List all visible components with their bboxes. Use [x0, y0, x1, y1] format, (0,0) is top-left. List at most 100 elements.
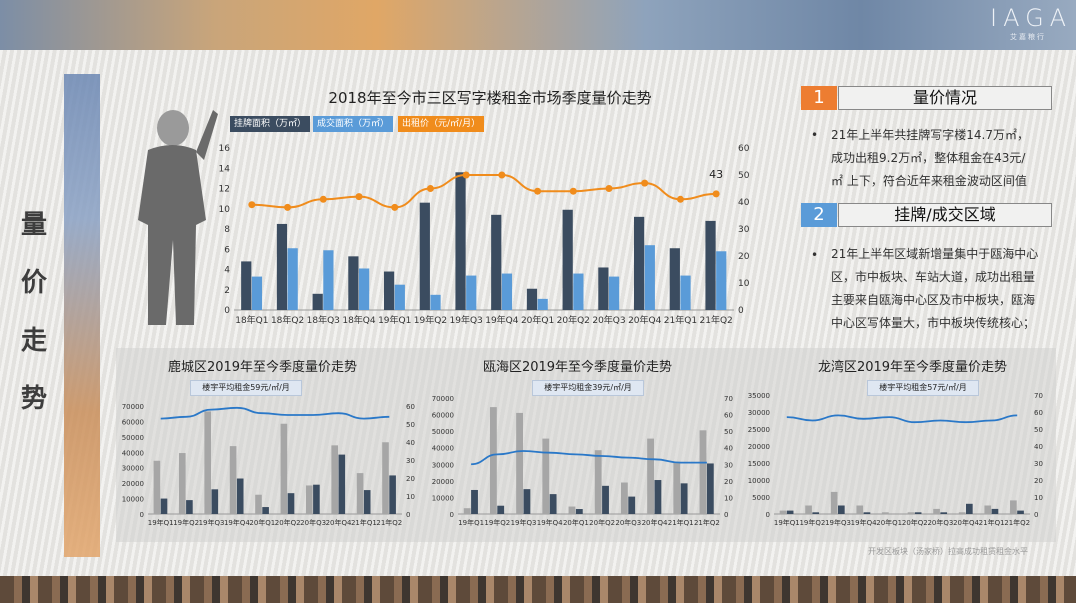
rent-point [605, 185, 613, 192]
bar [276, 223, 288, 310]
x-tick-label: 20年Q2 [275, 518, 301, 527]
bar [537, 298, 548, 310]
y-left-tick-label: 6 [224, 245, 230, 255]
x-tick-label: 21年Q2 [1004, 518, 1030, 527]
bar [620, 482, 628, 514]
section-text-line: 区，市中板块、车站大道，成功出租量 [831, 270, 1036, 284]
x-tick-label: 20年Q3 [592, 314, 625, 326]
y-left-tick-label: 60000 [122, 418, 144, 426]
x-tick-label: 21年Q2 [700, 314, 733, 326]
y-right-tick-label: 30 [738, 225, 750, 235]
y-right-tick-label: 10 [1034, 494, 1043, 502]
bar [786, 510, 794, 514]
bar [562, 209, 573, 310]
bar [958, 512, 966, 514]
bullet-dot: • [811, 248, 819, 262]
bar [211, 489, 219, 514]
y-right-tick-label: 20 [738, 252, 750, 262]
bar [594, 450, 602, 514]
rent-point [391, 203, 399, 211]
y-left-tick-label: 70000 [122, 403, 144, 411]
bar [669, 248, 680, 310]
bar [568, 506, 576, 514]
main-quarterly-chart: 024681012141601020304050604318年Q1 18年Q2 18… [219, 144, 750, 326]
x-tick-label: 18年Q1 [235, 314, 268, 326]
x-tick-label: 21年Q1 [351, 518, 377, 527]
rent-data-label: 43 [709, 168, 723, 181]
x-tick-label: 21年Q2 [376, 518, 402, 527]
bar [863, 512, 871, 514]
y-left-tick-label: 30000 [122, 465, 144, 473]
bar [706, 463, 714, 514]
bar [779, 510, 787, 514]
x-tick-label: 18年Q2 [271, 314, 304, 326]
side-title-char: 价 [20, 268, 47, 298]
y-right-tick-label: 50 [406, 421, 415, 429]
rent-point [426, 185, 434, 192]
y-left-tick-label: 4 [224, 266, 230, 276]
bar [573, 273, 584, 310]
bar [394, 284, 405, 310]
y-left-tick-label: 10000 [432, 494, 454, 502]
bar [984, 505, 992, 514]
bar [526, 288, 538, 310]
bar [312, 293, 323, 310]
rent-point [284, 203, 292, 211]
x-tick-label: 19年Q3 [511, 518, 537, 527]
bar [229, 446, 237, 514]
x-tick-label: 19年Q2 [414, 314, 447, 326]
y-right-tick-label: 70 [724, 395, 733, 403]
x-tick-label: 20年Q3 [927, 518, 953, 527]
y-right-tick-label: 10 [406, 493, 415, 501]
x-tick-label: 21年Q1 [668, 518, 694, 527]
x-tick-label: 20年Q1 [249, 518, 275, 527]
bar [178, 453, 186, 514]
y-right-tick-label: 0 [406, 511, 410, 519]
bar [323, 250, 334, 310]
x-tick-label: 19年Q3 [825, 518, 851, 527]
section-text-2: 21年上半年区域新增量集中于瓯海中心 区，市中板块、车站大道，成功出租量 主要来… [831, 243, 1056, 335]
y-right-tick-label: 40 [406, 439, 415, 447]
rent-point [569, 187, 577, 195]
bar [933, 508, 940, 514]
y-left-tick-label: 30000 [432, 461, 454, 469]
bar [382, 442, 389, 514]
x-tick-label: 20年Q4 [326, 518, 352, 527]
y-right-tick-label: 40 [1034, 443, 1043, 451]
y-right-tick-label: 30 [406, 457, 415, 465]
legend-deal: 成交面积（万㎡） [313, 116, 394, 132]
section-text-line: 21年上半年区域新增量集中于瓯海中心 [831, 247, 1039, 261]
bar [241, 261, 252, 310]
longwan-chart: 0 5000 10000 15000 20000 25000 30000 35000 0 10 20… [748, 392, 1043, 527]
rent-point [462, 171, 470, 179]
y-left-tick-label: 15000 [748, 460, 770, 468]
x-tick-label: 19年Q2 [484, 518, 510, 527]
rent-point [319, 195, 327, 203]
section-text-line: 中心区写体量大，市中板块传统核心； [831, 316, 1036, 330]
x-tick-label: 18年Q3 [307, 314, 340, 326]
bar [699, 430, 707, 514]
bar [471, 489, 478, 514]
sub-chart-title-ouhai: 瓯海区2019年至今季度量价走势 [482, 360, 673, 375]
y-right-tick-label: 60 [724, 412, 733, 420]
bar [455, 172, 466, 310]
x-tick-label: 20年Q4 [953, 518, 979, 527]
x-tick-label: 19年Q1 [458, 518, 484, 527]
rent-line [160, 406, 390, 420]
y-left-tick-label: 20000 [122, 480, 144, 488]
bar [856, 505, 864, 514]
bar [575, 509, 583, 514]
rent-line [786, 414, 1018, 424]
bar [338, 454, 346, 514]
bar [489, 407, 497, 514]
sub-chart-title-longwan: 龙湾区2019年至今季度量价走势 [817, 360, 1008, 375]
bar [313, 484, 320, 514]
x-tick-label: 19年Q3 [199, 518, 225, 527]
x-tick-label: 19年Q2 [173, 518, 199, 527]
bar [419, 202, 430, 310]
bar [598, 267, 609, 310]
y-right-tick-label: 10 [738, 279, 750, 289]
y-right-tick-label: 40 [738, 198, 750, 208]
bar [204, 411, 211, 514]
rent-point [355, 193, 363, 201]
